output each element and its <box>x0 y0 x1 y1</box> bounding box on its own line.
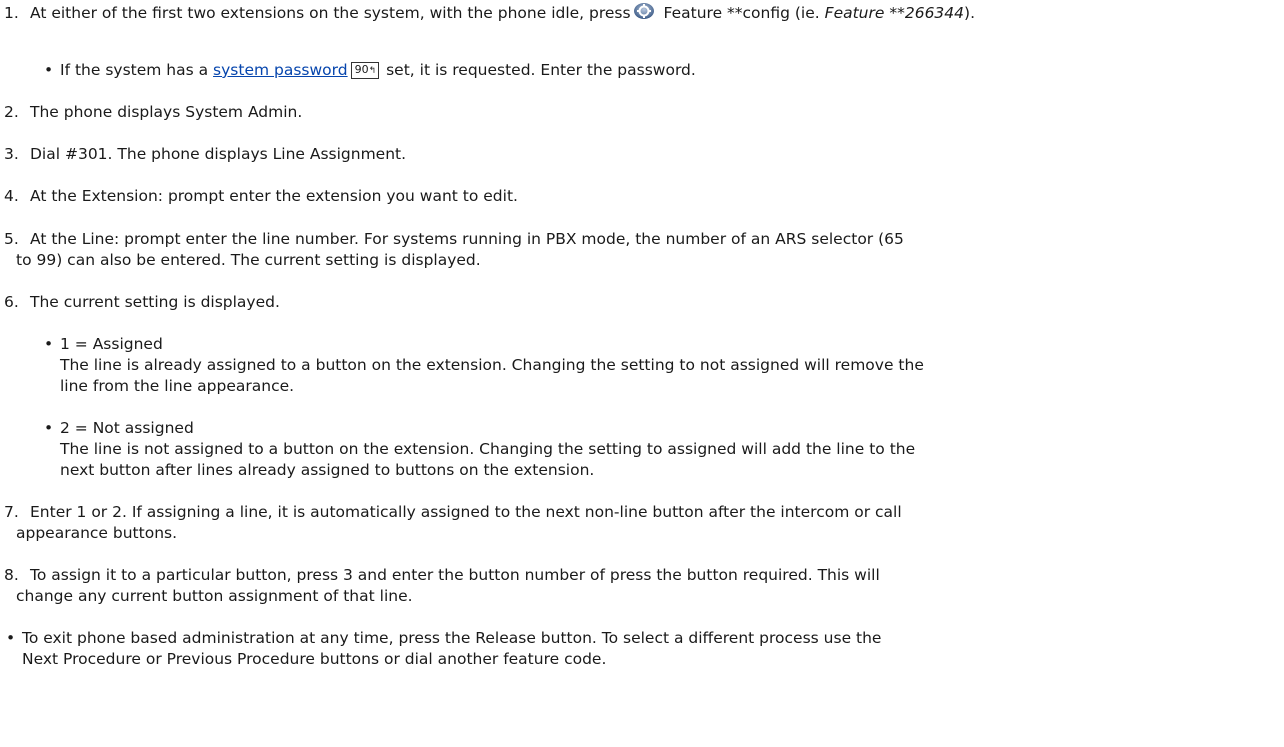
option-desc-line2: next button after lines already assigned… <box>60 461 595 479</box>
help-page: { "steps": [ { "number": "1.", "text_bef… <box>0 0 1284 747</box>
option-title: 2 = Not assigned <box>60 419 194 437</box>
page-ref-badge[interactable]: 90↰ <box>350 62 380 79</box>
step-text: The current setting is displayed. <box>30 293 280 311</box>
subitem-text: If the system has a <box>60 61 209 79</box>
note-line1: To exit phone based administration at an… <box>22 629 882 647</box>
step-text-line2: to 99) can also be entered. The current … <box>16 251 481 269</box>
step-text-line2: change any current button assignment of … <box>16 587 413 605</box>
bullet: • <box>44 419 54 437</box>
bullet: • <box>44 335 54 353</box>
page-ref-arrow-icon: ↰ <box>368 66 377 76</box>
option-desc-line2: line from the line appearance. <box>60 377 295 395</box>
option-desc-line1: The line is not assigned to a button on … <box>60 440 916 458</box>
feature-button-icon <box>633 2 655 20</box>
step-text-line1: At the Line: prompt enter the line numbe… <box>30 230 904 248</box>
step-text: Dial #301. The phone displays Line Assig… <box>30 145 407 163</box>
option-desc-line1: The line is already assigned to a button… <box>60 356 924 374</box>
bullet: • <box>44 61 54 79</box>
note-line2: Next Procedure or Previous Procedure but… <box>22 650 607 668</box>
step-text-line1: Enter 1 or 2. If assigning a line, it is… <box>30 503 902 521</box>
step-text-cont: Feature **config (ie. <box>663 4 820 22</box>
step-text: At either of the first two extensions on… <box>30 4 631 22</box>
step-text: At the Extension: prompt enter the exten… <box>30 187 518 205</box>
example-code: Feature **266344 <box>824 4 965 22</box>
subitem-text-cont: set, it is requested. Enter the password… <box>386 61 696 79</box>
step-text-line1: To assign it to a particular button, pre… <box>30 566 880 584</box>
page-ref-number: 90 <box>354 63 369 76</box>
step-text-end: ). <box>964 4 975 22</box>
step-text: The phone displays System Admin. <box>30 103 303 121</box>
bullet: • <box>6 629 16 647</box>
system-password-link[interactable]: system password <box>213 61 348 79</box>
option-title: 1 = Assigned <box>60 335 163 353</box>
step-text-line2: appearance buttons. <box>16 524 178 542</box>
